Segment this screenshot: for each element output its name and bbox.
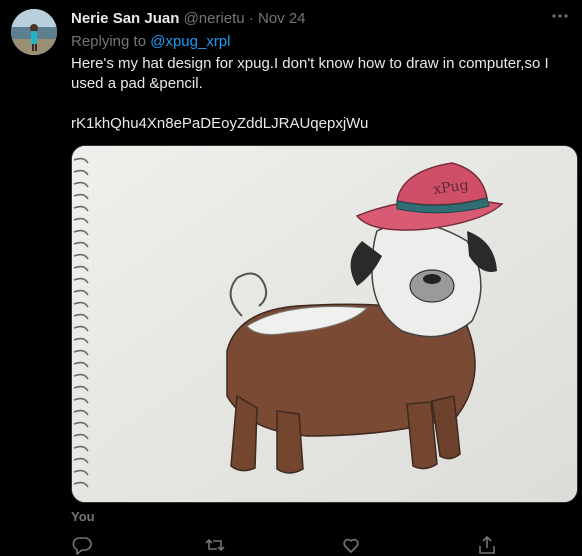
pug-drawing: xPug bbox=[72, 146, 577, 502]
action-bar bbox=[71, 534, 571, 556]
replying-mention[interactable]: @xpug_xrpl bbox=[150, 33, 230, 50]
author-handle[interactable]: @nerietu bbox=[184, 10, 245, 27]
reply-icon[interactable] bbox=[71, 534, 93, 556]
more-options-icon[interactable] bbox=[548, 6, 572, 26]
retweet-icon[interactable] bbox=[204, 534, 226, 556]
heart-icon[interactable] bbox=[340, 534, 362, 556]
tweet-media[interactable]: xPug bbox=[71, 145, 578, 503]
author-name[interactable]: Nerie San Juan bbox=[71, 10, 179, 27]
replying-prefix: Replying to bbox=[71, 33, 147, 50]
tweet-text-body: Here's my hat design for xpug.I don't kn… bbox=[71, 55, 553, 92]
separator: · bbox=[248, 10, 254, 27]
tweet-date[interactable]: Nov 24 bbox=[258, 10, 306, 27]
avatar[interactable] bbox=[11, 9, 57, 55]
tweet-text: Here's my hat design for xpug.I don't kn… bbox=[71, 54, 571, 134]
tweet-header: Nerie San Juan @nerietu · Nov 24 bbox=[71, 10, 306, 28]
tagged-user[interactable]: You bbox=[71, 509, 95, 524]
tweet-text-code: rK1khQhu4Xn8ePaDEoyZddLJRAUqepxjWu bbox=[71, 115, 369, 132]
share-icon[interactable] bbox=[476, 534, 498, 556]
tweet[interactable]: Nerie San Juan @nerietu · Nov 24 Replyin… bbox=[0, 0, 582, 556]
replying-to: Replying to @xpug_xrpl bbox=[71, 33, 231, 51]
